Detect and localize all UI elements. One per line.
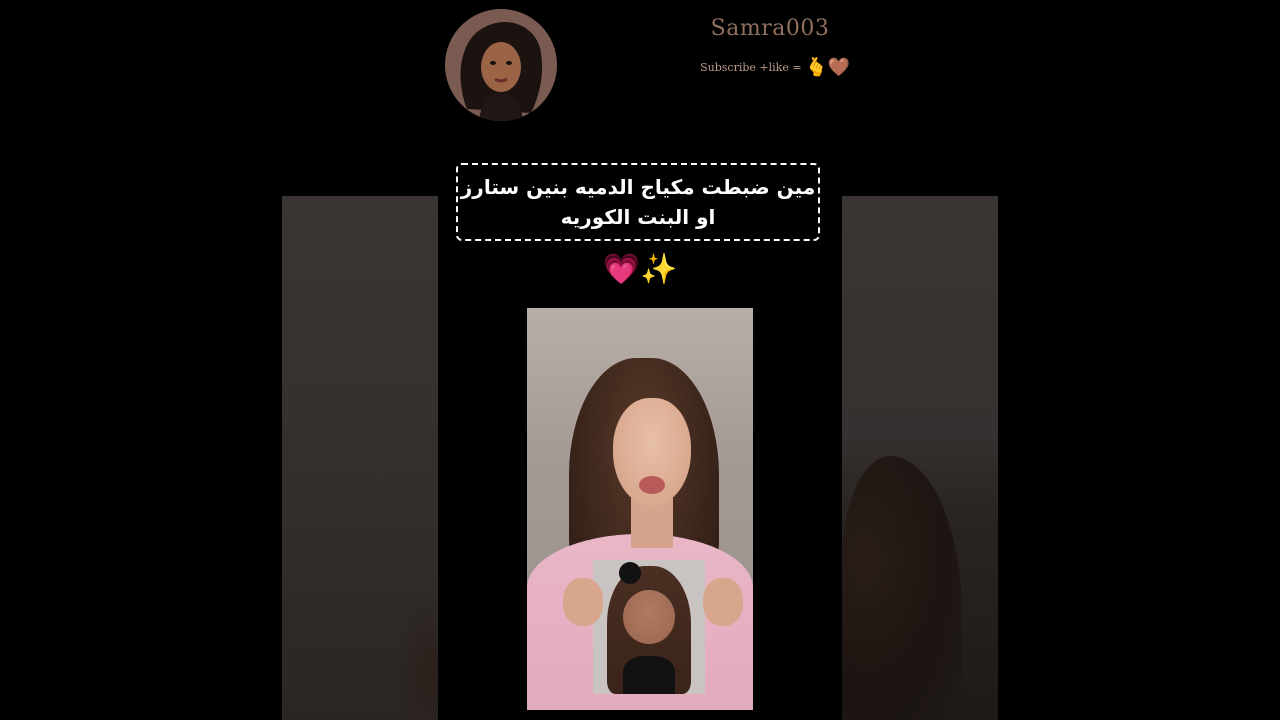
caption-box: مين ضبطت مكياج الدميه بنين ستارز او البن… [456,163,820,241]
subscribe-prompt: Subscribe +like = 🫰🤎 [700,56,850,80]
avatar-illustration [445,9,557,121]
doll-photo-card [593,560,705,694]
blurred-backdrop-left [282,196,438,720]
doll-face [623,590,675,644]
person-left-hand [563,578,603,626]
subscribe-emojis: 🫰🤎 [805,57,850,78]
blurred-backdrop-right [842,196,998,720]
caption-line-1: مين ضبطت مكياج الدميه بنين ستارز [460,175,816,199]
video-stage: Samra003 Subscribe +like = 🫰🤎 مين ضبطت م… [0,0,1280,720]
caption-line-2: او البنت الكوريه [560,205,716,229]
backdrop-hair [842,456,962,720]
person-right-hand [703,578,743,626]
channel-avatar[interactable] [445,9,557,121]
doll-dress [623,656,675,694]
caption-emojis: 💗✨ [602,252,678,287]
subscribe-text: Subscribe +like = [700,61,802,74]
video-frame[interactable] [527,308,753,710]
doll-bow-icon [619,562,641,584]
backdrop-hair [398,600,438,720]
channel-name[interactable]: Samra003 [690,16,850,41]
person-mouth [639,476,665,494]
